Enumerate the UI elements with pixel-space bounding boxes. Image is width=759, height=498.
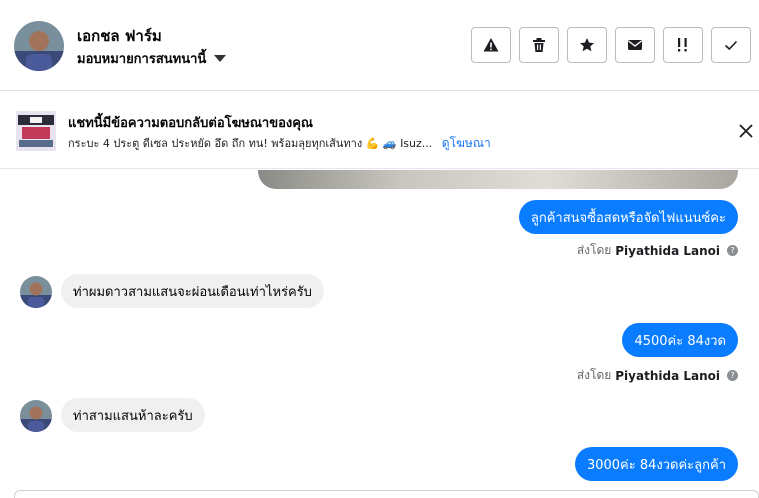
star-button[interactable] [567,27,607,63]
ad-reply-banner: แชทนี้มีข้อความตอบกลับต่อโฆษณาของคุณ กระ… [0,92,759,169]
delete-button[interactable] [519,27,559,63]
sent-by-label: ส่งโดย Piyathida Lanoi ? [577,366,738,385]
check-icon [724,40,738,51]
follow-up-button[interactable] [663,27,703,63]
ad-description-text: กระบะ 4 ประตู ดีเซล ประหยัด อึด ถึก ทน! … [68,137,433,150]
view-ad-link[interactable]: ดูโฆษณา [442,136,491,150]
sender-name: Piyathida Lanoi [615,368,720,383]
message-bubble-incoming[interactable]: ท่าสามแสนห้าละครับ [61,398,205,432]
assign-conversation-dropdown[interactable]: มอบหมายการสนทนานี้ [77,48,227,69]
header-actions [471,27,751,63]
sent-by-prefix: ส่งโดย [576,243,612,257]
mark-unread-button[interactable] [615,27,655,63]
sender-name: Piyathida Lanoi [615,243,720,258]
report-button[interactable] [471,27,511,63]
ad-thumbnail[interactable] [16,111,56,151]
ad-banner-description: กระบะ 4 ประตู ดีเซล ประหยัด อึด ถึก ทน! … [68,134,491,153]
assign-label: มอบหมายการสนทนานี้ [77,52,207,67]
close-icon[interactable] [737,122,755,140]
mark-done-button[interactable] [711,27,751,63]
contact-avatar-small[interactable] [20,400,52,432]
info-icon[interactable]: ? [727,370,738,381]
trash-icon [533,38,545,52]
ad-banner-title: แชทนี้มีข้อความตอบกลับต่อโฆษณาของคุณ [68,116,313,131]
sent-by-prefix: ส่งโดย [576,368,612,382]
message-composer[interactable] [14,490,759,498]
info-icon[interactable]: ? [727,245,738,256]
message-bubble-incoming[interactable]: ท่าผมดาวสามแสนจะผ่อนเดือนเท่าไหร่ครับ [61,274,324,308]
star-icon [580,38,594,52]
sent-by-label: ส่งโดย Piyathida Lanoi ? [577,241,738,260]
contact-name[interactable]: เอกชล ฟาร์ม [77,24,162,48]
shared-image[interactable] [258,170,738,189]
envelope-icon [628,40,642,50]
follow-up-icon [678,38,687,52]
caret-down-icon [214,55,227,62]
message-thread[interactable]: ลูกค้าสนจซื้อสดหรือจัดไฟแนนซ์คะ ส่งโดย P… [0,170,759,498]
message-bubble-outgoing[interactable]: ลูกค้าสนจซื้อสดหรือจัดไฟแนนซ์คะ [518,200,738,234]
message-bubble-outgoing[interactable]: 3000ค่ะ 84งวดค่ะลูกค้า [574,447,738,481]
contact-avatar-small[interactable] [20,276,52,308]
contact-avatar[interactable] [14,21,64,71]
message-bubble-outgoing[interactable]: 4500ค่ะ 84งวด [622,323,738,357]
conversation-header: เอกชล ฟาร์ม มอบหมายการสนทนานี้ [0,0,759,91]
warning-icon [483,38,499,52]
